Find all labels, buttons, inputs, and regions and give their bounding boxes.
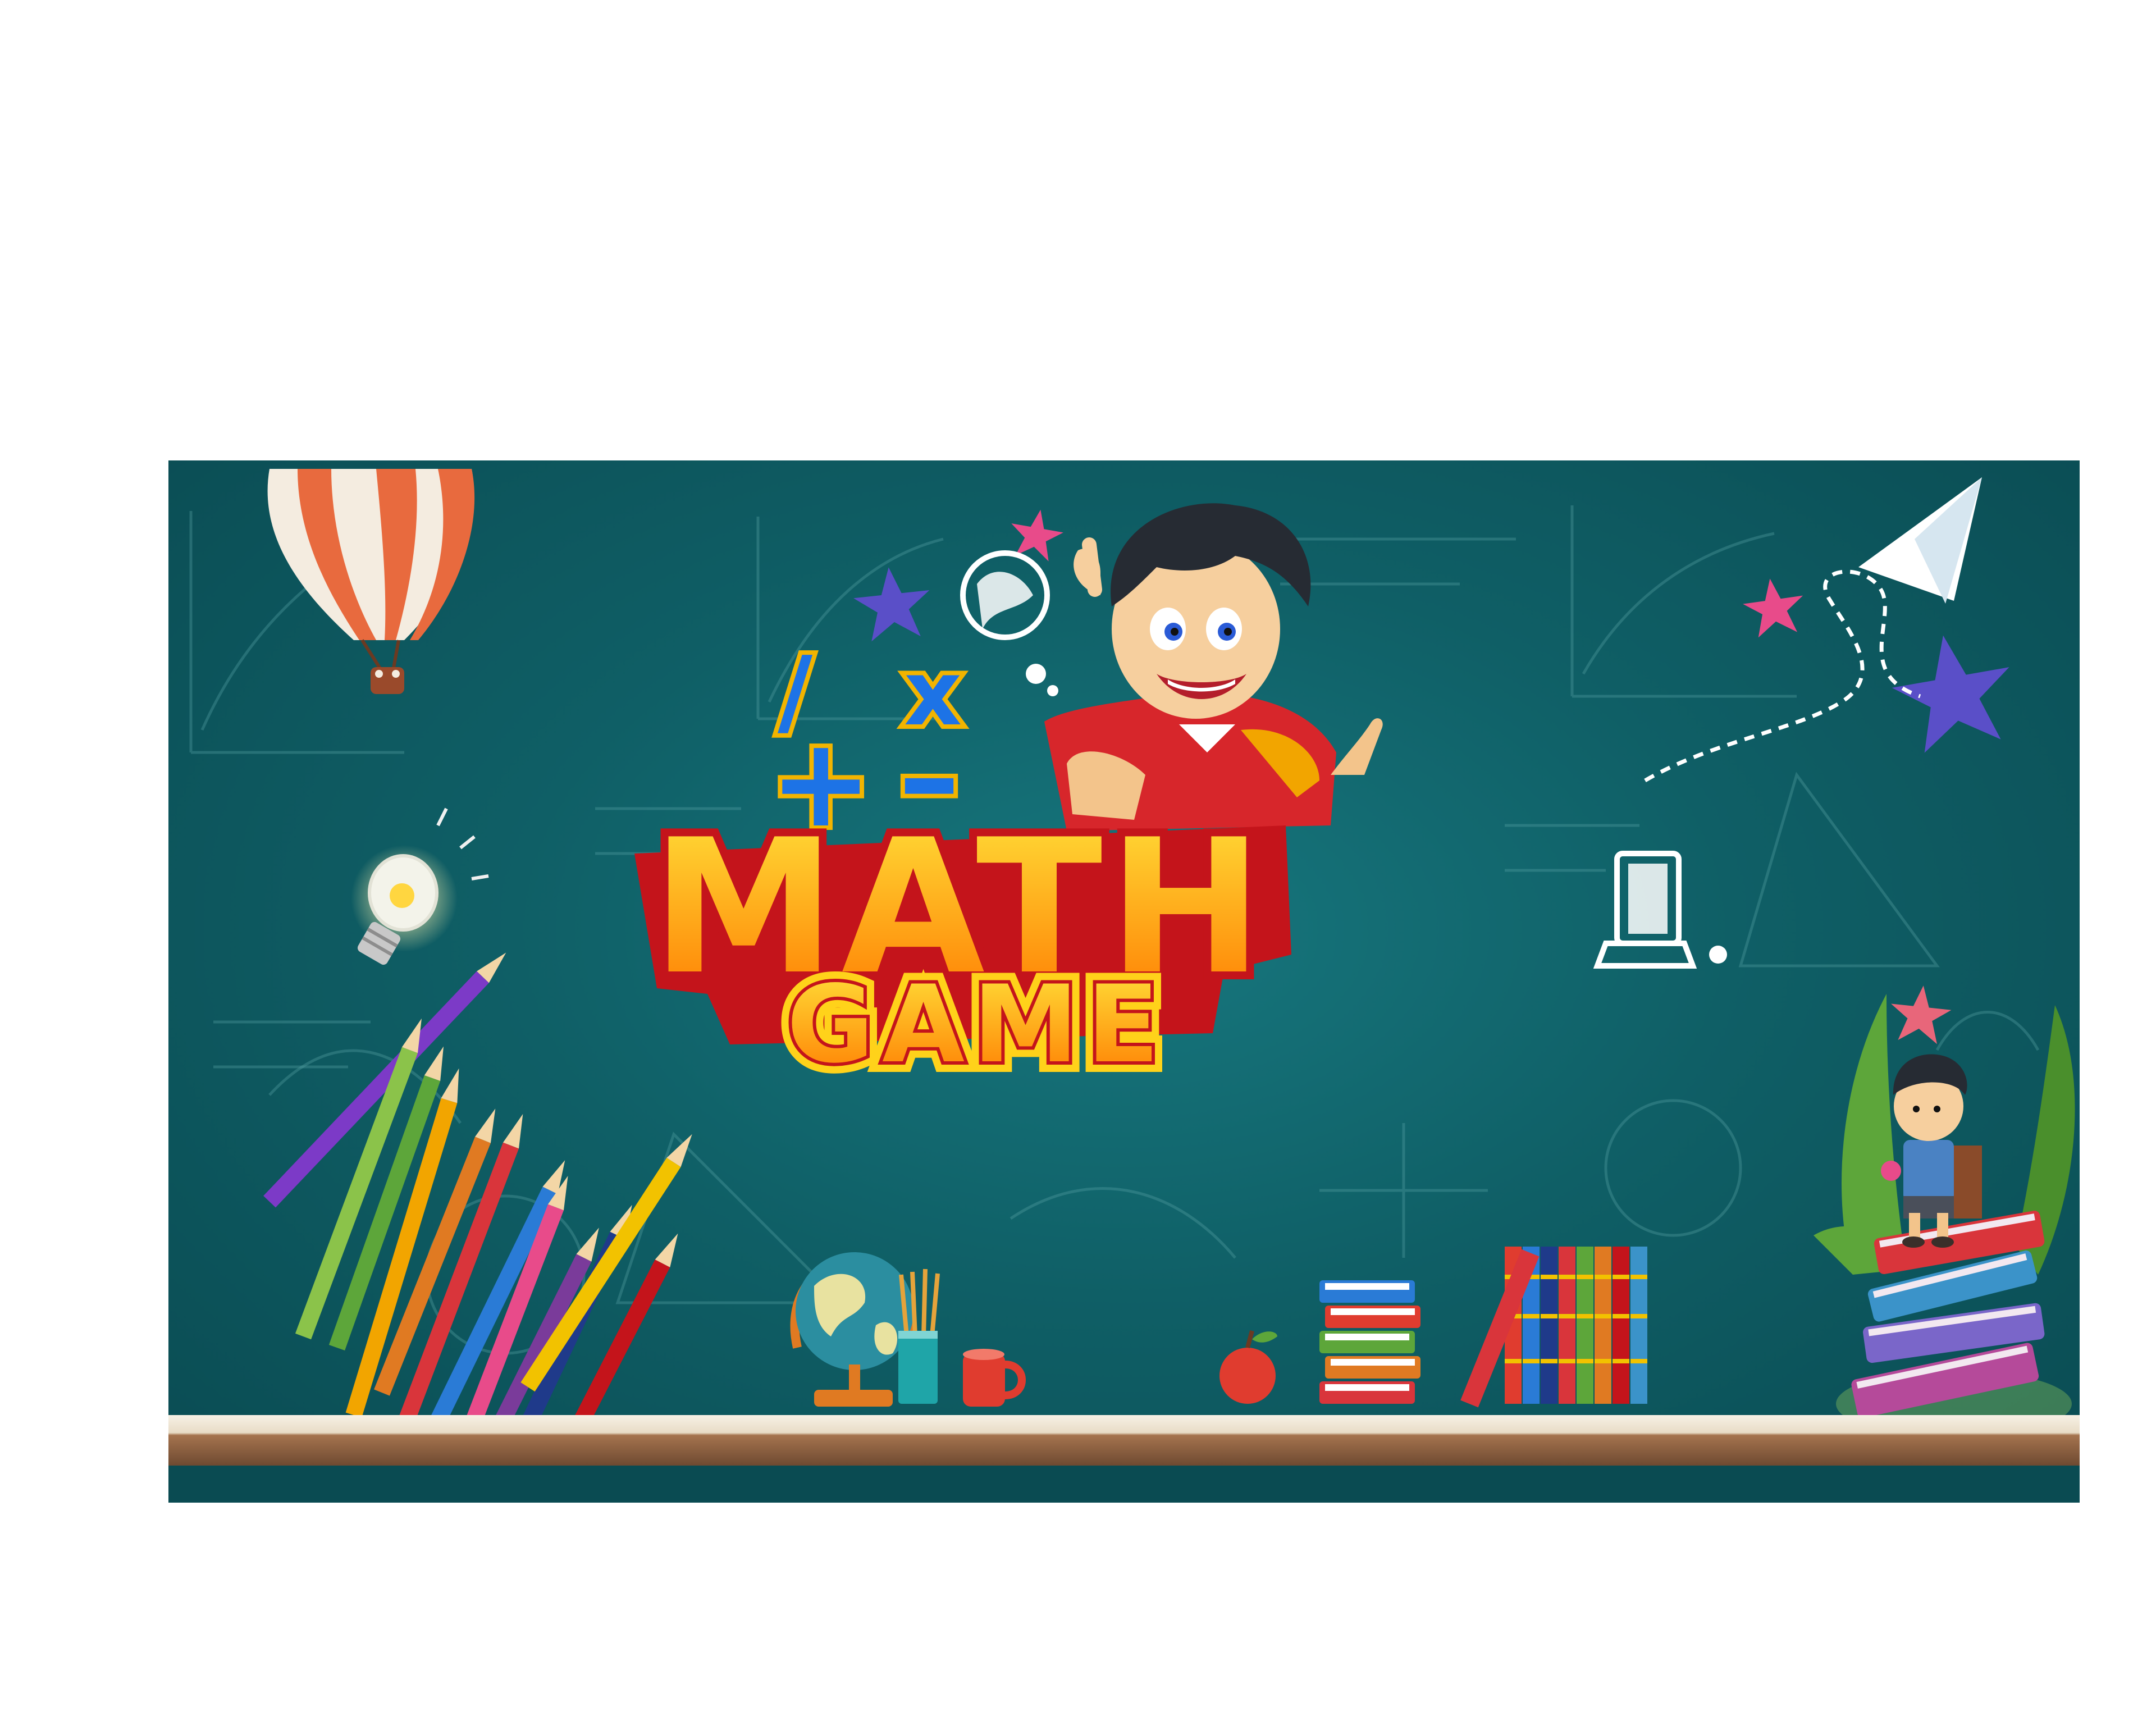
star-icon bbox=[853, 567, 930, 642]
pencil-tip bbox=[475, 1108, 496, 1143]
book-band bbox=[1541, 1359, 1557, 1363]
hot-air-balloon-icon bbox=[267, 469, 475, 694]
upright-book bbox=[1595, 1247, 1611, 1404]
upright-book bbox=[1559, 1247, 1575, 1404]
pencil-tip bbox=[441, 1068, 459, 1103]
book-band bbox=[1505, 1359, 1522, 1363]
globe-bubble-icon bbox=[960, 550, 1058, 696]
star-icon bbox=[1891, 985, 1952, 1044]
book-pages bbox=[1325, 1384, 1409, 1391]
book-band bbox=[1613, 1314, 1629, 1318]
book-pages bbox=[1331, 1308, 1415, 1315]
mug-icon bbox=[963, 1349, 1026, 1407]
game-logo: MATH GAME GAME bbox=[634, 792, 1291, 1097]
book-band bbox=[1595, 1275, 1611, 1279]
book-band bbox=[1595, 1314, 1611, 1318]
book-band bbox=[1630, 1275, 1647, 1279]
title-line-2: GAME bbox=[787, 962, 1167, 1087]
upright-book bbox=[1577, 1247, 1593, 1404]
pencil-cup-icon bbox=[898, 1268, 940, 1404]
boy-on-books-character bbox=[1814, 994, 2075, 1438]
book-band bbox=[1577, 1275, 1593, 1279]
boy-character bbox=[1044, 503, 1383, 831]
book-pages bbox=[1325, 1334, 1409, 1340]
book-band bbox=[1577, 1359, 1593, 1363]
smartphone-icon bbox=[1593, 851, 1727, 969]
book-band bbox=[1523, 1359, 1540, 1363]
book-pages bbox=[1325, 1283, 1409, 1290]
chalkboard-scene: / x + – MATH GAME GAME bbox=[168, 469, 2080, 1503]
book-band bbox=[1577, 1314, 1593, 1318]
board-bottom bbox=[168, 1466, 2080, 1503]
pencil-tip bbox=[503, 1114, 523, 1149]
book-band bbox=[1541, 1275, 1557, 1279]
book-pages bbox=[1331, 1359, 1415, 1366]
upright-book bbox=[1630, 1247, 1647, 1404]
book-band bbox=[1559, 1359, 1575, 1363]
upright-book bbox=[1541, 1247, 1557, 1404]
book-band bbox=[1559, 1314, 1575, 1318]
book-band bbox=[1595, 1359, 1611, 1363]
book-band bbox=[1630, 1359, 1647, 1363]
chalk-ledge bbox=[168, 1415, 2080, 1466]
book-band bbox=[1559, 1275, 1575, 1279]
book-stack-icon bbox=[1319, 1247, 1647, 1408]
book-band bbox=[1630, 1314, 1647, 1318]
book-band bbox=[1523, 1314, 1540, 1318]
game-banner: / x + – MATH GAME GAME bbox=[168, 460, 2080, 1503]
apple-icon bbox=[1219, 1330, 1277, 1404]
colored-pencils bbox=[263, 952, 692, 1464]
pencil-tip bbox=[424, 1046, 444, 1081]
book-band bbox=[1613, 1275, 1629, 1279]
star-icon bbox=[1743, 578, 1803, 638]
globe-icon bbox=[790, 1252, 914, 1407]
upright-book bbox=[1613, 1247, 1629, 1404]
book-band bbox=[1541, 1314, 1557, 1318]
light-bulb-icon bbox=[351, 807, 489, 965]
book-band bbox=[1613, 1359, 1629, 1363]
